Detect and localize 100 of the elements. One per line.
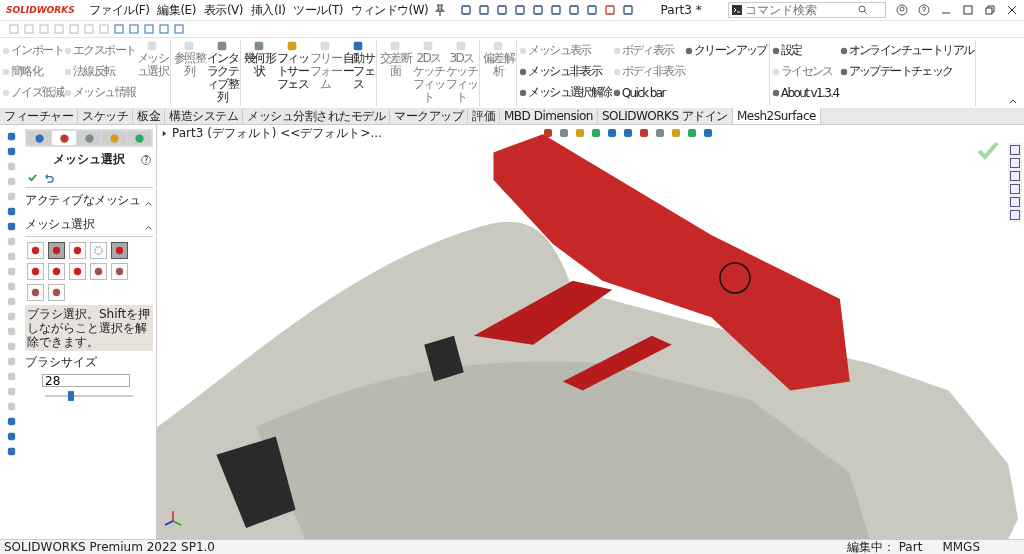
selection-tool-button[interactable] <box>48 242 65 259</box>
ribbon-tab[interactable]: マークアップ <box>390 108 468 124</box>
tool-icon[interactable] <box>5 446 17 457</box>
menu-item[interactable]: 挿入(I) <box>248 1 288 19</box>
selection-tool-button[interactable] <box>111 263 128 280</box>
toolbar-icon[interactable] <box>532 4 545 16</box>
section-header[interactable]: アクティブなメッシュ <box>25 188 153 209</box>
view-tool-icon[interactable] <box>637 127 650 139</box>
ribbon-tab[interactable]: フィーチャー <box>0 108 78 124</box>
ribbon-tab[interactable]: Mesh2Surface <box>732 108 821 124</box>
toolbar-icon[interactable] <box>143 23 155 35</box>
view-tool-icon[interactable] <box>653 127 666 139</box>
selection-tool-button[interactable] <box>111 242 128 259</box>
tool-icon <box>286 40 299 52</box>
tool-icon <box>64 67 72 76</box>
layout-icon[interactable] <box>962 4 974 16</box>
view-tool-icon[interactable] <box>557 127 570 139</box>
ribbon-button[interactable]: About v1.3.4 <box>771 82 839 103</box>
menu-item[interactable]: 表示(V) <box>201 1 245 19</box>
caret-icon[interactable] <box>144 223 153 232</box>
toolbar-icon[interactable] <box>550 4 563 16</box>
ribbon-button[interactable]: メッシュ非表示 <box>519 61 612 82</box>
toolbar-icon[interactable] <box>586 4 599 16</box>
ribbon-button[interactable]: フィットサーフェス <box>276 40 309 103</box>
selection-tool-button[interactable] <box>69 242 86 259</box>
view-tool-icon[interactable] <box>589 127 602 139</box>
view-tool-icon[interactable] <box>605 127 618 139</box>
ribbon-button[interactable]: インタラクティブ整列 <box>206 40 239 103</box>
ribbon-button[interactable]: 設定 <box>771 40 839 61</box>
toolbar-icon[interactable] <box>113 23 125 35</box>
selection-tool-button[interactable] <box>48 284 65 301</box>
task-pane-icon[interactable] <box>1009 157 1021 169</box>
tool-icon[interactable] <box>5 131 17 142</box>
units-status[interactable]: MMGS <box>942 540 980 554</box>
ribbon-tab[interactable]: メッシュ分割されたモデル <box>243 108 390 124</box>
toolbar-icon[interactable] <box>604 4 617 16</box>
ribbon-button[interactable]: アップデートチェック <box>839 61 974 82</box>
toolbar-icon[interactable] <box>173 23 185 35</box>
ribbon-tab[interactable]: MBD Dimension <box>500 108 598 124</box>
command-search-field[interactable]: コマンド検索 <box>728 2 886 18</box>
ribbon-button[interactable]: 幾何形状 <box>243 40 276 103</box>
task-pane-icon[interactable] <box>1009 196 1021 208</box>
selection-tool-button[interactable] <box>90 263 107 280</box>
toolbar-icon[interactable] <box>514 4 527 16</box>
ribbon-button[interactable]: 自動サーフェス <box>342 40 375 103</box>
view-tool-icon[interactable] <box>541 127 554 139</box>
panel-tab[interactable] <box>27 131 51 145</box>
tool-icon <box>2 88 10 97</box>
section-header[interactable]: メッシュ選択 <box>25 212 153 233</box>
menu-item[interactable]: 編集(E) <box>155 1 198 19</box>
terminal-icon <box>732 5 742 15</box>
feature-tree-item[interactable]: Part3 (デフォルト) <<デフォルト>... <box>172 125 382 142</box>
checkmark-icon[interactable] <box>27 172 38 183</box>
pin-icon[interactable] <box>434 4 447 16</box>
tool-icon[interactable] <box>5 431 17 442</box>
tool-icon[interactable] <box>5 416 17 427</box>
toolbar-icon[interactable] <box>158 23 170 35</box>
ribbon-tab[interactable]: 板金 <box>133 108 165 124</box>
toolbar-icon[interactable] <box>568 4 581 16</box>
ribbon-tab[interactable]: SOLIDWORKS アドイン <box>597 108 733 124</box>
task-pane-icon[interactable] <box>1009 209 1021 221</box>
task-pane-icon[interactable] <box>1009 183 1021 195</box>
selection-tool-button[interactable] <box>69 263 86 280</box>
panel-tab[interactable] <box>52 131 76 145</box>
menu-item[interactable]: ファイル(F) <box>86 1 152 19</box>
toolbar-icon[interactable] <box>622 4 635 16</box>
undo-icon[interactable] <box>43 172 54 183</box>
ribbon-tab[interactable]: スケッチ <box>78 108 133 124</box>
selection-tool-button[interactable] <box>27 263 44 280</box>
view-tool-icon[interactable] <box>621 127 634 139</box>
tool-icon[interactable] <box>5 146 17 157</box>
ribbon-tab[interactable]: 構造システム <box>165 108 243 124</box>
task-pane-icon[interactable] <box>1009 144 1021 156</box>
view-tool-icon[interactable] <box>685 127 698 139</box>
user-icon[interactable] <box>896 4 908 16</box>
menu-item[interactable]: ツール(T) <box>291 1 346 19</box>
ribbon-button[interactable]: メッシュ選択解除 <box>519 82 612 103</box>
tool-icon[interactable] <box>5 206 17 217</box>
ribbon-button[interactable]: Quick bar <box>612 82 685 103</box>
help-icon[interactable] <box>918 4 930 16</box>
expand-arrow-icon[interactable] <box>161 129 168 137</box>
menu-item[interactable]: ウィンドウ(W) <box>349 1 431 19</box>
selection-tool-button[interactable] <box>27 284 44 301</box>
brush-size-field[interactable]: 28 <box>42 374 130 387</box>
toolbar-icon[interactable] <box>478 4 491 16</box>
toolbar-icon[interactable] <box>496 4 509 16</box>
ribbon-button[interactable]: クリーンアップ <box>685 40 767 61</box>
close-icon[interactable] <box>1006 4 1018 16</box>
slider-thumb[interactable] <box>68 391 75 401</box>
selection-tool-button[interactable] <box>27 242 44 259</box>
view-tool-icon[interactable] <box>701 127 714 139</box>
ribbon-button[interactable]: オンラインチュートリアル <box>839 40 974 61</box>
selection-tool-button[interactable] <box>48 263 65 280</box>
caret-icon[interactable] <box>144 199 153 208</box>
ribbon-tab[interactable]: 評価 <box>468 108 500 124</box>
toolbar-icon[interactable] <box>128 23 140 35</box>
restore-icon[interactable] <box>984 4 996 16</box>
toolbar-icon[interactable] <box>460 4 473 16</box>
task-pane-icon[interactable] <box>1009 170 1021 182</box>
tool-icon[interactable] <box>5 221 17 232</box>
